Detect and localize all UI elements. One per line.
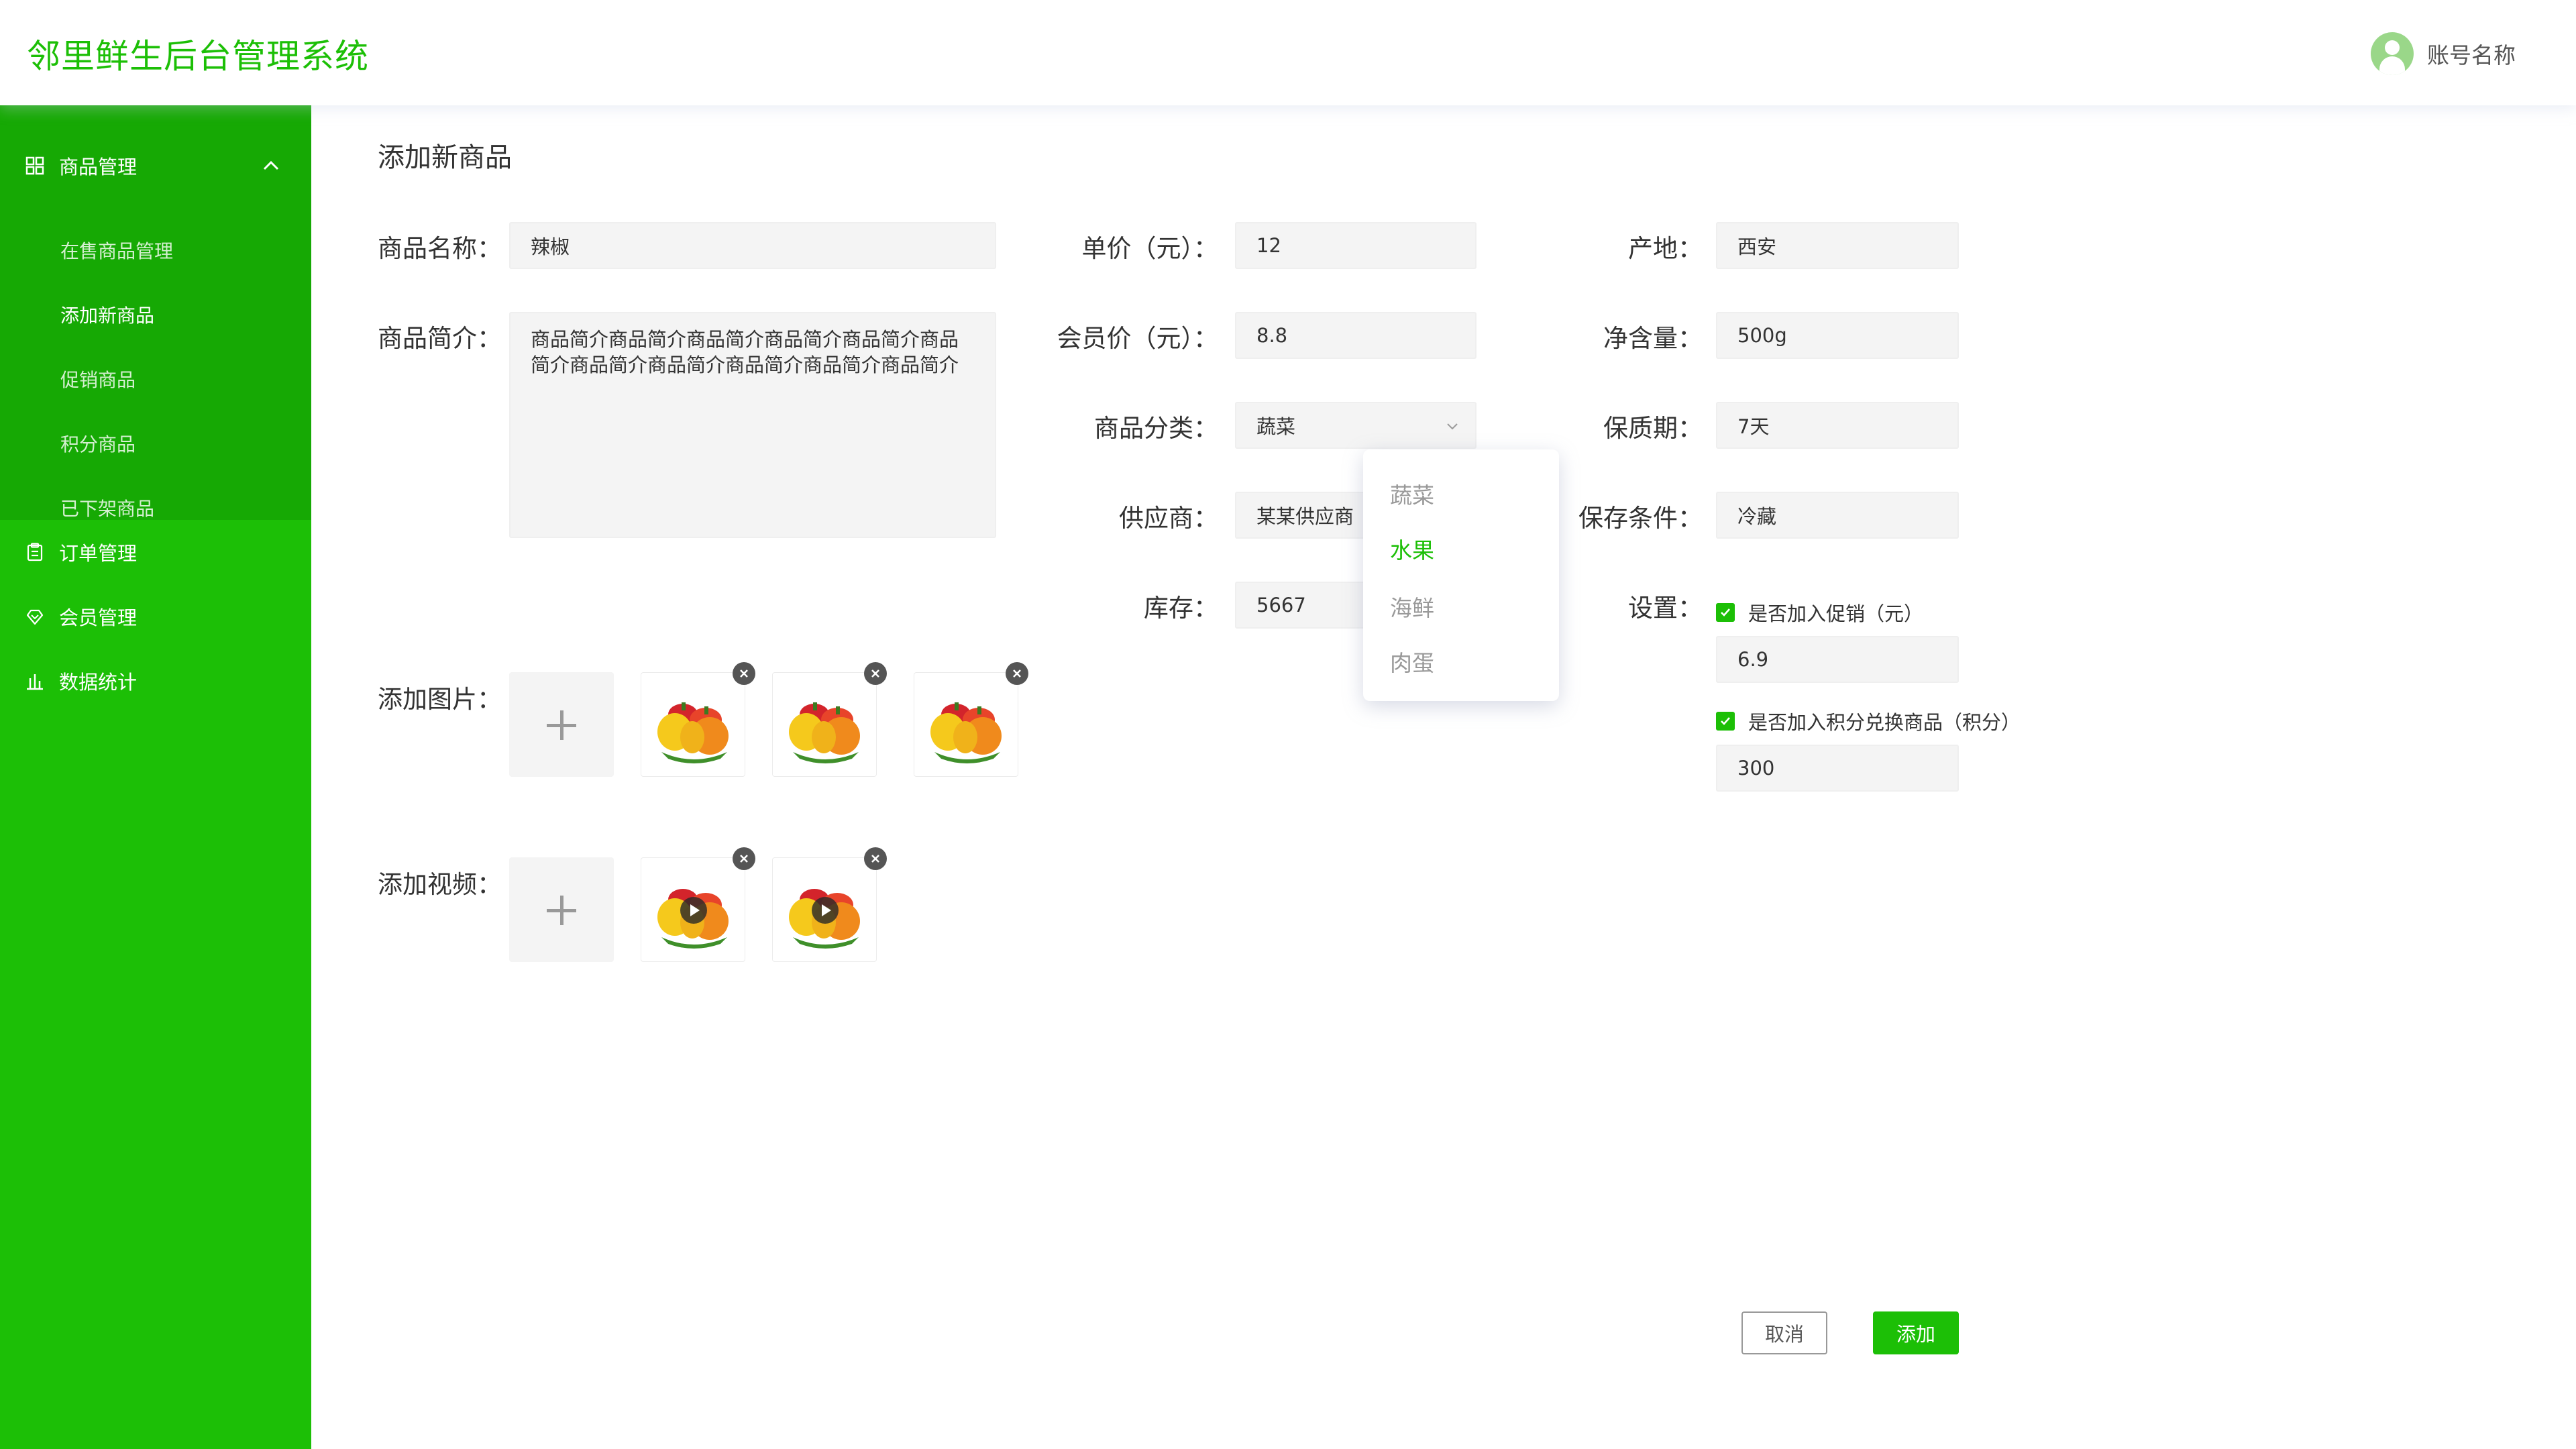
points-input[interactable]: 300: [1716, 745, 1959, 792]
points-checkbox-label: 是否加入积分兑换商品（积分）: [1748, 711, 2021, 734]
sidebar-item-label: 订单管理: [59, 542, 138, 565]
remove-image-icon[interactable]: [733, 662, 755, 685]
images-label: 添加图片：: [378, 685, 502, 714]
top-header: 邻里鲜生后台管理系统 账号名称: [0, 0, 2576, 105]
sidebar-item-label: 数据统计: [59, 671, 138, 694]
sidebar: 商品管理 在售商品管理 添加新商品 促销商品 积分商品 已下架商品 订单管理 会…: [0, 105, 311, 1449]
pepper-image: [657, 702, 729, 763]
sidebar-item-orders[interactable]: 订单管理: [0, 525, 311, 579]
add-video-button[interactable]: [509, 857, 614, 962]
points-checkbox-row[interactable]: 是否加入积分兑换商品（积分）: [1716, 707, 2021, 735]
dropdown-option-seafood[interactable]: 海鲜: [1390, 590, 1434, 623]
sidebar-item-label: 会员管理: [59, 606, 138, 629]
shelf-life-input[interactable]: 7天: [1716, 402, 1959, 449]
account-menu[interactable]: 账号名称: [2371, 32, 2516, 75]
checkmark-icon: [1721, 608, 1730, 616]
account-name[interactable]: 账号名称: [2427, 38, 2516, 70]
cancel-button[interactable]: 取消: [1741, 1311, 1827, 1354]
origin-label: 产地：: [1628, 234, 1703, 263]
origin-input[interactable]: 西安: [1716, 222, 1959, 269]
bar-chart-icon: [25, 672, 44, 690]
net-weight-label: 净含量：: [1603, 324, 1703, 353]
chevron-down-icon: [1447, 423, 1458, 430]
remove-video-icon[interactable]: [733, 847, 755, 870]
app-title: 邻里鲜生后台管理系统: [27, 37, 369, 76]
sidebar-item-statistics[interactable]: 数据统计: [0, 654, 311, 708]
video-thumbnail[interactable]: [772, 857, 877, 962]
pepper-image: [930, 702, 1002, 763]
checkmark-icon: [1721, 717, 1730, 725]
name-label: 商品名称：: [378, 234, 502, 263]
play-icon[interactable]: [680, 897, 707, 924]
sidebar-item-product-management[interactable]: 商品管理: [0, 139, 311, 193]
storage-label: 保存条件：: [1578, 504, 1703, 533]
supplier-label: 供应商：: [1119, 504, 1218, 533]
sidebar-sub-points[interactable]: 积分商品: [60, 423, 136, 464]
category-dropdown-menu: 蔬菜 水果 海鲜 肉蛋: [1363, 449, 1559, 701]
sidebar-sub-on-sale[interactable]: 在售商品管理: [60, 230, 173, 270]
sidebar-item-members[interactable]: 会员管理: [0, 590, 311, 643]
user-avatar-icon[interactable]: [2371, 32, 2414, 75]
member-price-label: 会员价（元）：: [1057, 324, 1219, 353]
category-label: 商品分类：: [1094, 414, 1218, 443]
category-select[interactable]: 蔬菜: [1235, 402, 1477, 449]
shelf-life-label: 保质期：: [1603, 414, 1703, 443]
promo-price-input[interactable]: 6.9: [1716, 636, 1959, 683]
price-input[interactable]: 12: [1235, 222, 1477, 269]
grid-icon: [25, 156, 44, 175]
dropdown-option-fruit[interactable]: 水果: [1390, 533, 1434, 565]
sidebar-sub-delisted[interactable]: 已下架商品: [60, 488, 154, 528]
product-description-textarea[interactable]: 商品简介商品简介商品简介商品简介商品简介商品简介商品简介商品简介商品简介商品简介…: [509, 312, 996, 538]
desc-label: 商品简介：: [378, 324, 502, 353]
image-thumbnail[interactable]: [914, 672, 1018, 777]
settings-label: 设置：: [1628, 594, 1703, 623]
chevron-up-icon[interactable]: [259, 154, 283, 178]
pepper-image: [789, 702, 860, 763]
add-button[interactable]: 添加: [1873, 1311, 1959, 1354]
promo-checkbox-label: 是否加入促销（元）: [1748, 602, 1924, 625]
net-weight-input[interactable]: 500g: [1716, 312, 1959, 359]
promo-checkbox-row[interactable]: 是否加入促销（元）: [1716, 598, 1923, 627]
product-name-input[interactable]: 辣椒: [509, 222, 996, 269]
image-thumbnail[interactable]: [641, 672, 745, 777]
dropdown-option-meat-eggs[interactable]: 肉蛋: [1390, 645, 1434, 678]
stock-label: 库存：: [1144, 594, 1218, 623]
video-label: 添加视频：: [378, 870, 502, 899]
sidebar-item-label: 商品管理: [59, 156, 138, 178]
price-label: 单价（元）：: [1081, 234, 1219, 263]
points-checkbox[interactable]: [1716, 712, 1735, 731]
remove-image-icon[interactable]: [864, 662, 887, 685]
remove-image-icon[interactable]: [1006, 662, 1028, 685]
storage-input[interactable]: 冷藏: [1716, 492, 1959, 539]
video-thumbnail[interactable]: [641, 857, 745, 962]
sidebar-sub-promotions[interactable]: 促销商品: [60, 359, 136, 399]
category-selected-value: 蔬菜: [1256, 415, 1296, 438]
clipboard-icon: [25, 543, 44, 561]
sidebar-sub-add-product[interactable]: 添加新商品: [60, 294, 154, 335]
image-thumbnail[interactable]: [772, 672, 877, 777]
page-title: 添加新商品: [378, 142, 512, 173]
play-icon[interactable]: [812, 897, 839, 924]
remove-video-icon[interactable]: [864, 847, 887, 870]
dropdown-option-vegetables[interactable]: 蔬菜: [1390, 478, 1434, 510]
add-image-button[interactable]: [509, 672, 614, 777]
diamond-heart-icon: [25, 607, 44, 626]
member-price-input[interactable]: 8.8: [1235, 312, 1477, 359]
promo-checkbox[interactable]: [1716, 603, 1735, 622]
